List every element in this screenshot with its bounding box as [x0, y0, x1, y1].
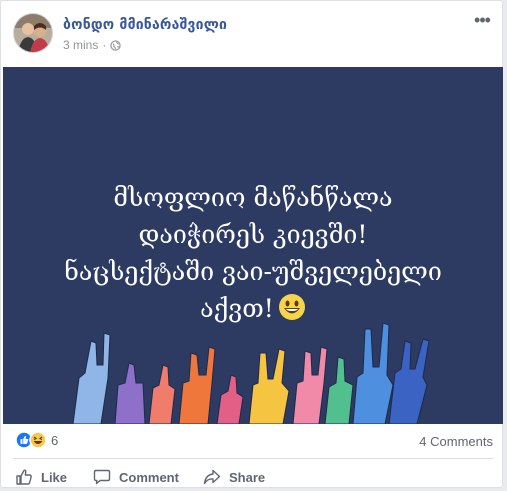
feed-post: ბონდო მმინარაშვილი 3 mins · ••• მსოფლიო …: [0, 0, 503, 488]
share-button[interactable]: Share: [203, 465, 265, 489]
globe-icon[interactable]: [110, 39, 122, 51]
banner-line-1: მსოფლიო მაწანწალა: [113, 183, 393, 212]
thumbs-up-icon: [16, 469, 32, 485]
more-options-icon[interactable]: •••: [471, 11, 493, 33]
divider: [13, 458, 493, 459]
banner-line-3: ნაცსექტაში ვაი-უშველებელი: [64, 257, 442, 286]
comment-button[interactable]: Comment: [93, 465, 179, 489]
comment-label: Comment: [119, 469, 179, 485]
post-timestamp[interactable]: 3 mins: [63, 38, 98, 52]
raised-hands-illustration: [72, 322, 430, 424]
share-arrow-icon: [203, 469, 221, 485]
post-header: ბონდო მმინარაშვილი 3 mins · •••: [13, 11, 493, 57]
comments-count[interactable]: 4 Comments: [419, 434, 493, 449]
author-name[interactable]: ბონდო მმინარაშვილი: [63, 17, 227, 33]
post-banner[interactable]: მსოფლიო მაწანწალა დაიჭირეს კიევში! ნაცსე…: [3, 67, 503, 424]
post-actions: Like Comment Share: [13, 465, 493, 491]
reaction-count[interactable]: 6: [51, 433, 58, 448]
author-avatar[interactable]: [13, 13, 53, 53]
share-label: Share: [229, 469, 266, 485]
post-meta: 3 mins ·: [63, 38, 122, 52]
reaction-icons[interactable]: [15, 431, 49, 449]
speech-bubble-icon: [93, 469, 111, 485]
meta-separator: ·: [102, 38, 107, 52]
reactions-bar: 6 4 Comments: [15, 431, 493, 451]
like-label: Like: [41, 469, 68, 485]
like-button[interactable]: Like: [15, 465, 67, 489]
banner-line-2: დაიჭირეს კიევში!: [138, 220, 368, 249]
haha-icon: [29, 431, 47, 449]
